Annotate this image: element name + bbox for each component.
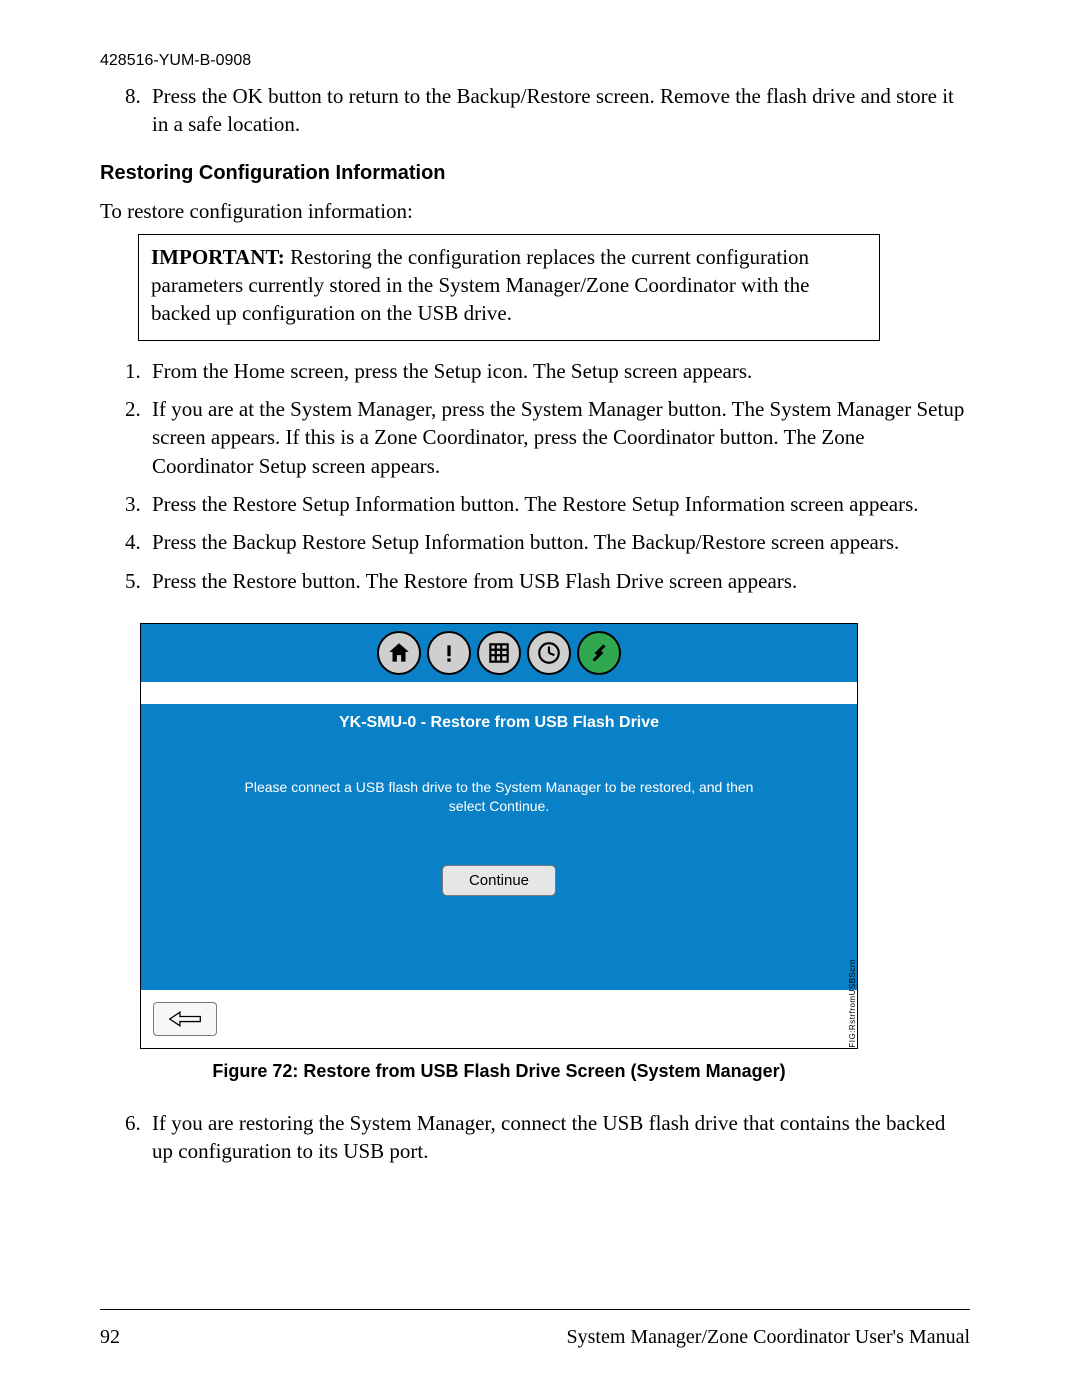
step-4: Press the Backup Restore Setup Informati…	[146, 528, 970, 556]
device-divider	[141, 682, 857, 704]
restore-steps: From the Home screen, press the Setup ic…	[100, 357, 970, 595]
important-label: IMPORTANT:	[151, 245, 285, 269]
arrow-left-icon	[168, 1010, 202, 1028]
step-1: From the Home screen, press the Setup ic…	[146, 357, 970, 385]
device-screenshot: YK-SMU-0 - Restore from USB Flash Drive …	[140, 623, 858, 1049]
back-button[interactable]	[153, 1002, 217, 1036]
step-list-upper: Press the OK button to return to the Bac…	[100, 82, 970, 139]
step-6: If you are restoring the System Manager,…	[146, 1109, 970, 1166]
tools-icon[interactable]	[577, 631, 621, 675]
step-2: If you are at the System Manager, press …	[146, 395, 970, 480]
page-footer: 92 System Manager/Zone Coordinator User'…	[100, 1309, 970, 1351]
device-body: Please connect a USB flash drive to the …	[141, 742, 857, 990]
figure-caption: Figure 72: Restore from USB Flash Drive …	[140, 1059, 858, 1083]
device-footer: FIG:RstrfromUSBScrn	[141, 990, 857, 1048]
device-message: Please connect a USB flash drive to the …	[239, 778, 759, 816]
step-list-lower: If you are restoring the System Manager,…	[100, 1109, 970, 1166]
schedule-icon[interactable]	[527, 631, 571, 675]
figure-side-label: FIG:RstrfromUSBScrn	[848, 959, 859, 1048]
step-3: Press the Restore Setup Information butt…	[146, 490, 970, 518]
page-number: 92	[100, 1324, 120, 1351]
document-id: 428516-YUM-B-0908	[100, 50, 970, 72]
manual-title: System Manager/Zone Coordinator User's M…	[566, 1324, 970, 1351]
section-heading: Restoring Configuration Information	[100, 160, 970, 187]
step-8: Press the OK button to return to the Bac…	[146, 82, 970, 139]
home-icon[interactable]	[377, 631, 421, 675]
step-5: Press the Restore button. The Restore fr…	[146, 567, 970, 595]
lead-in-text: To restore configuration information:	[100, 197, 970, 225]
important-box: IMPORTANT: Restoring the configuration r…	[138, 234, 880, 341]
device-toolbar	[141, 624, 857, 682]
device-title: YK-SMU-0 - Restore from USB Flash Drive	[141, 704, 857, 742]
alert-icon[interactable]	[427, 631, 471, 675]
continue-button[interactable]: Continue	[442, 865, 556, 896]
grid-icon[interactable]	[477, 631, 521, 675]
